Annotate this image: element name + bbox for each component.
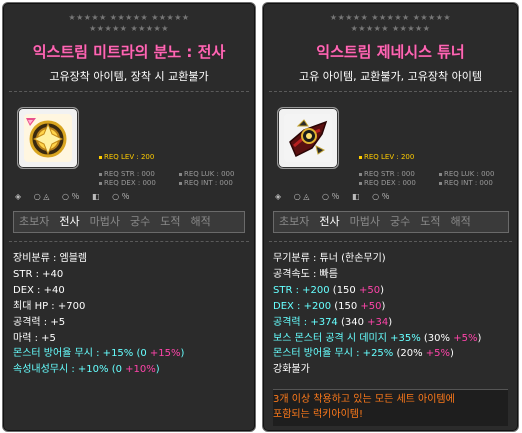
divider xyxy=(9,91,249,92)
stat-icons: ◈ ○ ◬ ○ ％ ◧ ○ ％ xyxy=(15,191,140,202)
dark-tuner-blade-icon xyxy=(284,114,332,162)
req-str: REQ STR : 000 xyxy=(359,170,415,178)
req-int: REQ INT : 000 xyxy=(439,179,493,187)
job-bowman: 궁수 xyxy=(130,215,151,228)
stat-upgrade: 강화불가 xyxy=(273,364,310,376)
job-warrior: 전사 xyxy=(59,215,80,228)
lucky-item-line: 3개 이상 착용하고 있는 모든 세트 아이템에 xyxy=(273,394,455,405)
percent-icon: ○ ％ xyxy=(61,192,80,201)
item-name: 익스트림 미트라의 분노 : 전사 xyxy=(32,43,226,61)
stat-att: 공격력 : +5 xyxy=(13,316,66,328)
percent-icon: ○ ％ xyxy=(321,192,340,201)
req-luk: REQ LUK : 000 xyxy=(179,170,234,178)
job-pirate: 해적 xyxy=(190,215,211,228)
shield-icon: ◧ xyxy=(92,192,100,201)
pet-icon: ◈ xyxy=(15,192,22,201)
item-tooltip-right: ★★★★★ ★★★★★ ★★★★★ ★★★★★ ★★★★★ 익스트림 제네시스 … xyxy=(262,2,519,432)
item-name: 익스트림 제네시스 튜너 xyxy=(316,43,465,61)
stat-ignore-def: 몬스터 방어율 무시 : +25% (20% +5%) xyxy=(273,348,454,360)
star-force-row: ★★★★★ ★★★★★ xyxy=(350,24,431,33)
job-bowman: 궁수 xyxy=(390,215,411,228)
stat-category: 무기분류 : 튜너 (한손무기) xyxy=(273,253,386,264)
job-list: 초보자 전사 마법사 궁수 도적 해적 xyxy=(13,211,245,233)
stat-dex: DEX : +200 (150 +50) xyxy=(273,300,386,312)
job-list: 초보자 전사 마법사 궁수 도적 해적 xyxy=(273,211,509,233)
stat-attack-speed: 공격속도 : 빠름 xyxy=(273,268,338,280)
job-magician: 마법사 xyxy=(89,215,120,228)
job-warrior: 전사 xyxy=(319,215,340,228)
item-description: 고유 아이템, 교환불가, 고유장착 아이템 xyxy=(299,70,482,83)
req-level: REQ LEV : 200 xyxy=(359,153,414,161)
lucky-item-notice: 3개 이상 착용하고 있는 모든 세트 아이템에 포함되는 럭키아이템! xyxy=(273,389,508,426)
job-thief: 도적 xyxy=(420,215,441,228)
item-description: 고유장착 아이템, 장착 시 교환불가 xyxy=(49,70,209,83)
req-str: REQ STR : 000 xyxy=(99,170,155,178)
req-int: REQ INT : 000 xyxy=(179,179,233,187)
stat-ignore-def: 몬스터 방어율 무시 : +15% (0 +15%) xyxy=(13,348,185,360)
ring-icon: ○ ◬ xyxy=(293,192,310,201)
divider xyxy=(269,91,512,92)
stat-elemental-ignore: 속성내성무시 : +10% (0 +10%) xyxy=(13,364,160,376)
job-thief: 도적 xyxy=(160,215,181,228)
divider xyxy=(9,241,249,242)
job-pirate: 해적 xyxy=(450,215,471,228)
percent-icon: ○ ％ xyxy=(372,192,390,201)
shield-icon: ◧ xyxy=(352,192,360,201)
ring-icon: ○ ◬ xyxy=(33,192,50,201)
star-force-row: ★★★★★ ★★★★★ ★★★★★ xyxy=(329,13,452,22)
stat-hp: 최대 HP : +700 xyxy=(13,300,86,312)
stat-lines: 장비분류 : 엠블렘 STR : +40 DEX : +40 최대 HP : +… xyxy=(13,251,184,378)
job-beginner: 초보자 xyxy=(279,215,310,228)
req-dex: REQ DEX : 000 xyxy=(99,179,156,187)
job-magician: 마법사 xyxy=(349,215,380,228)
lucky-item-line: 포함되는 럭키아이템! xyxy=(273,409,363,420)
stat-str: STR : +40 xyxy=(13,268,64,280)
stat-str: STR : +200 (150 +50) xyxy=(273,284,384,296)
req-level: REQ LEV : 200 xyxy=(99,153,154,161)
stat-boss-damage: 보스 몬스터 공격 시 데미지 +35% (30% +5%) xyxy=(273,332,482,344)
job-beginner: 초보자 xyxy=(19,215,50,228)
stat-att: 공격력 : +374 (340 +34) xyxy=(273,316,393,328)
req-dex: REQ DEX : 000 xyxy=(359,179,416,187)
req-luk: REQ LUK : 000 xyxy=(439,170,494,178)
golden-emblem-icon xyxy=(24,114,72,162)
star-force-row: ★★★★★ ★★★★★ xyxy=(89,24,169,33)
stat-matt: 마력 : +5 xyxy=(13,332,56,344)
stat-lines: 무기분류 : 튜너 (한손무기) 공격속도 : 빠름 STR : +200 (1… xyxy=(273,251,481,378)
item-tooltip-left: ★★★★★ ★★★★★ ★★★★★ ★★★★★ ★★★★★ 익스트림 미트라의 … xyxy=(2,2,256,432)
percent-icon: ○ ％ xyxy=(112,192,130,201)
stat-icons: ◈ ○ ◬ ○ ％ ◧ ○ ％ xyxy=(275,191,400,202)
divider xyxy=(269,241,512,242)
pet-icon: ◈ xyxy=(275,192,282,201)
item-icon-frame xyxy=(17,107,79,169)
stat-category: 장비분류 : 엠블렘 xyxy=(13,253,88,264)
item-icon-frame xyxy=(277,107,339,169)
stat-dex: DEX : +40 xyxy=(13,284,65,296)
star-force-row: ★★★★★ ★★★★★ ★★★★★ xyxy=(68,13,190,22)
